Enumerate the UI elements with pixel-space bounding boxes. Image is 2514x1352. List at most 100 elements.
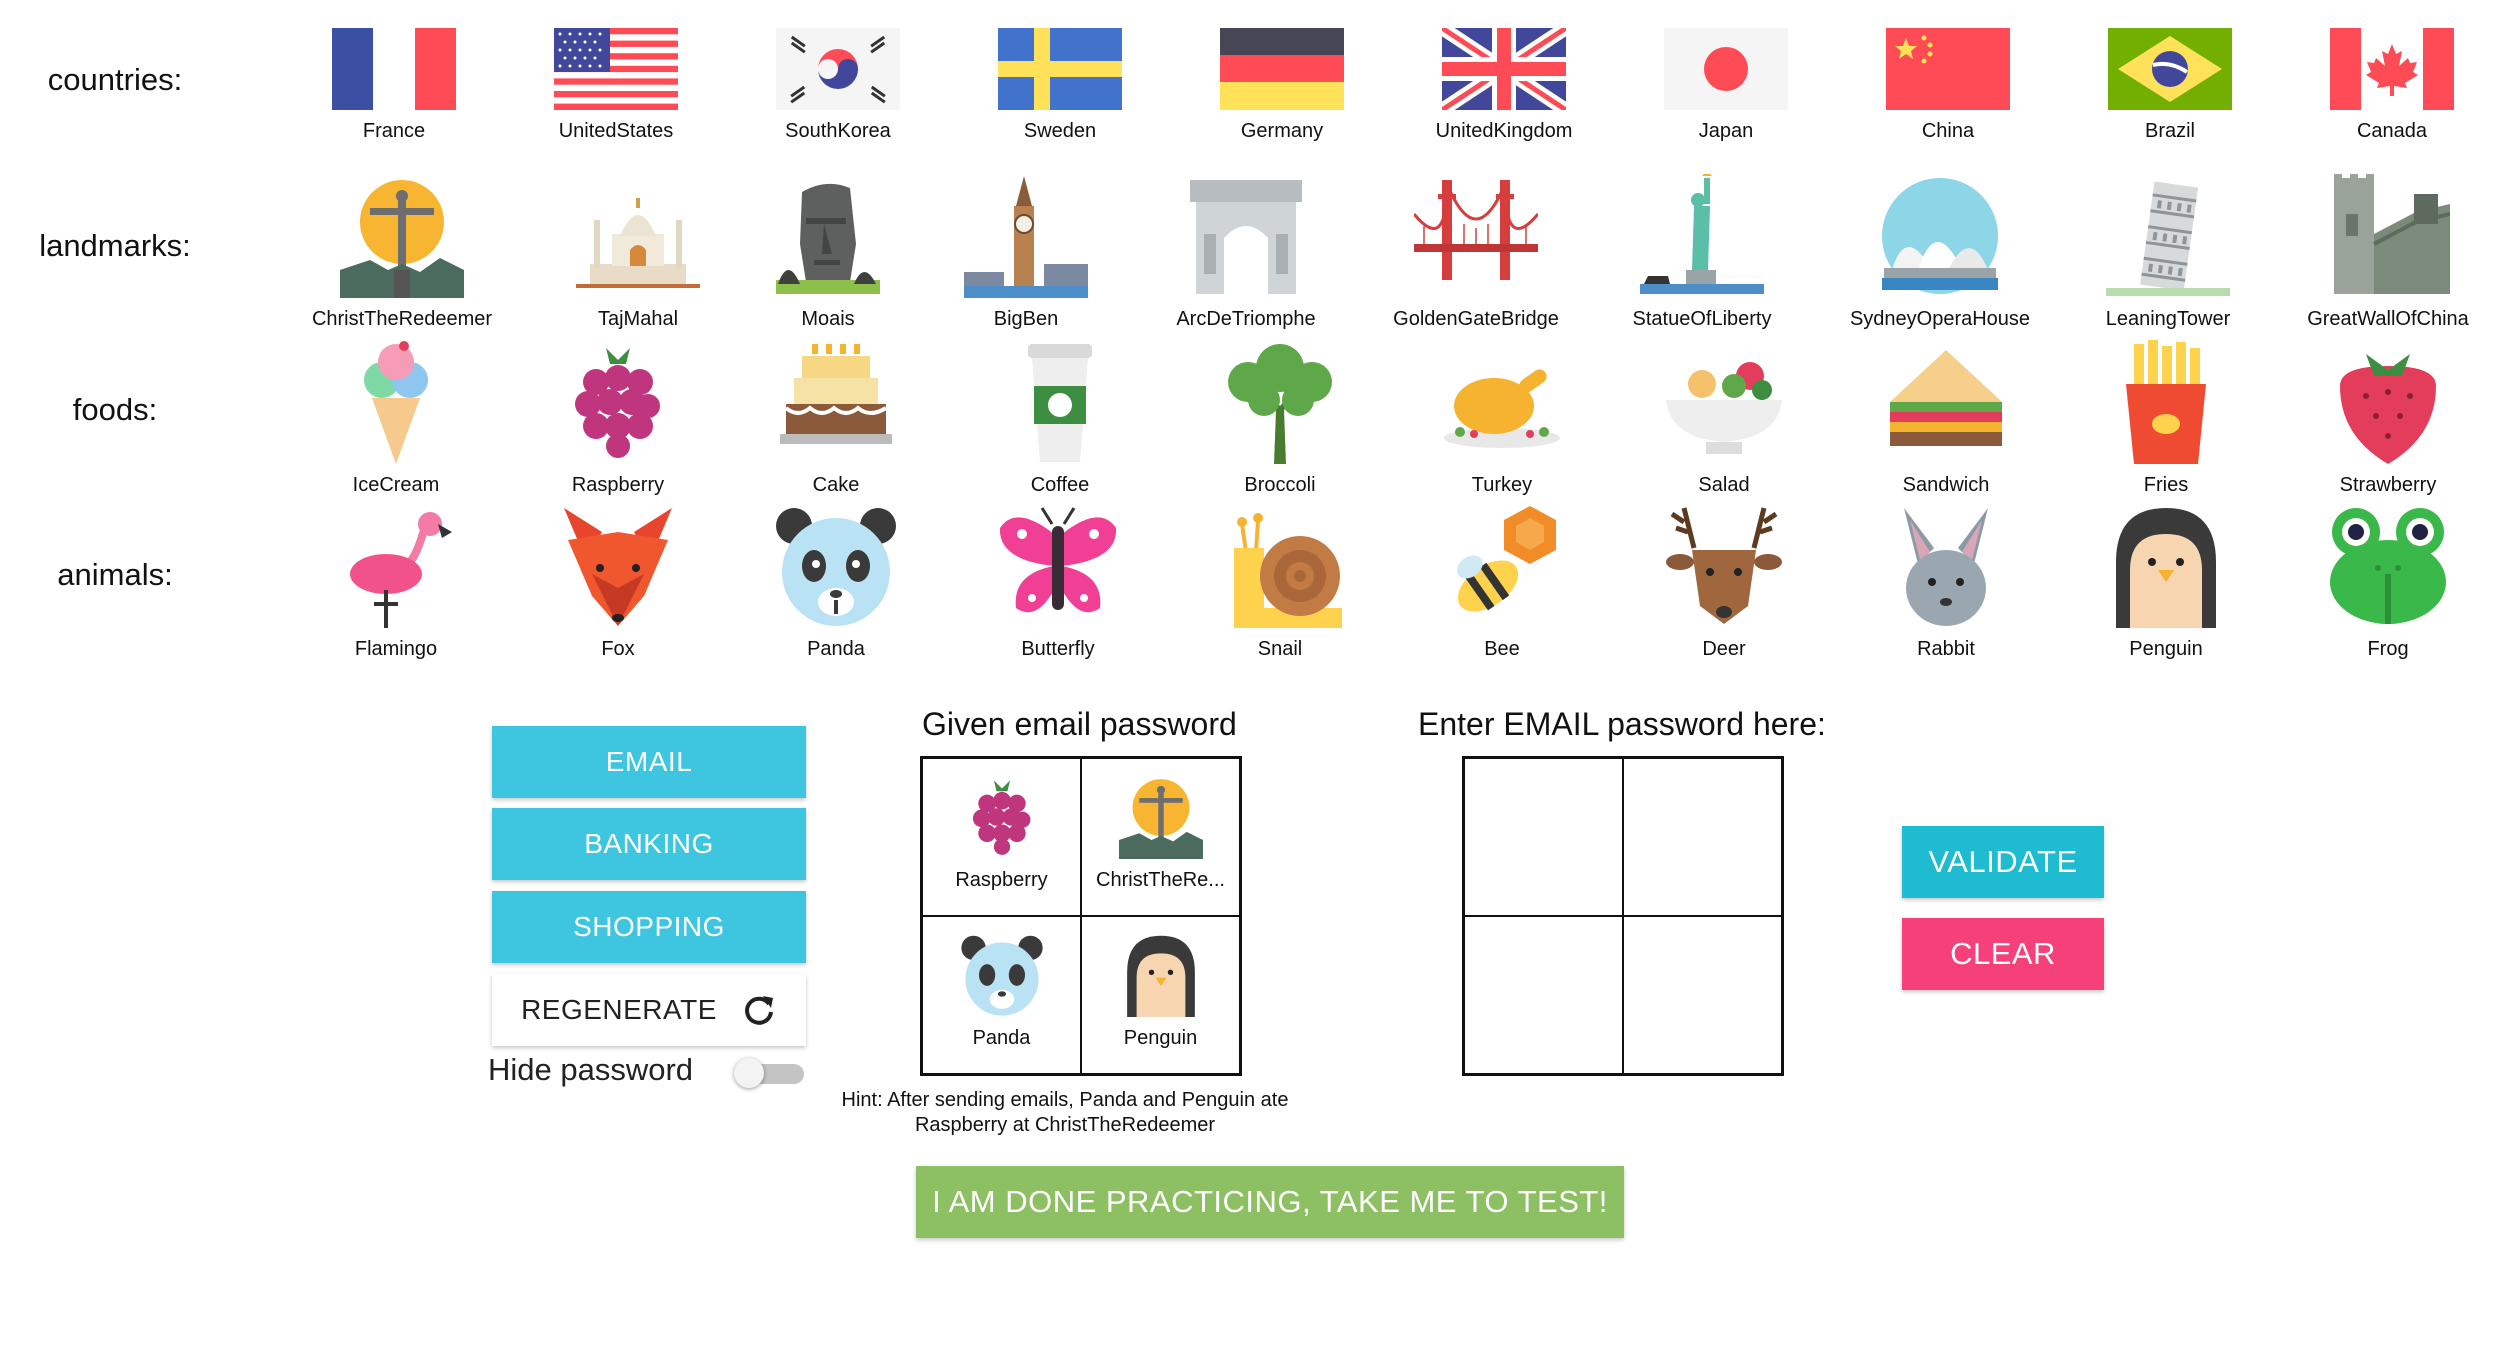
animal-snail[interactable]: Snail bbox=[1170, 504, 1390, 661]
flag-uk-icon bbox=[1442, 28, 1566, 110]
animal-butterfly[interactable]: Butterfly bbox=[948, 504, 1168, 661]
landmark-goldengatebridge[interactable]: GoldenGateBridge bbox=[1366, 174, 1586, 331]
given-password-title: Given email password bbox=[922, 706, 1237, 742]
statue-of-liberty-icon bbox=[1640, 174, 1764, 294]
flamingo-icon bbox=[350, 512, 452, 628]
row-label-landmarks: landmarks: bbox=[39, 228, 191, 263]
country-germany[interactable]: Germany bbox=[1172, 28, 1392, 143]
given-cell: Penguin bbox=[1081, 916, 1240, 1074]
validate-button[interactable]: VALIDATE bbox=[1902, 826, 2104, 898]
sydney-opera-house-icon bbox=[1882, 178, 1998, 294]
landmark-moais[interactable]: Moais bbox=[718, 174, 938, 331]
strawberry-icon bbox=[2340, 354, 2436, 464]
done-practicing-button[interactable]: I AM DONE PRACTICING, TAKE ME TO TEST! bbox=[916, 1166, 1624, 1238]
food-cake[interactable]: Cake bbox=[726, 340, 946, 497]
landmark-tajmahal[interactable]: TajMahal bbox=[528, 174, 748, 331]
animal-rabbit[interactable]: Rabbit bbox=[1836, 504, 2056, 661]
country-japan[interactable]: Japan bbox=[1616, 28, 1836, 143]
enter-slot-3[interactable] bbox=[1464, 916, 1623, 1074]
food-sandwich[interactable]: Sandwich bbox=[1836, 340, 2056, 497]
country-china[interactable]: China bbox=[1838, 28, 2058, 143]
panda-icon bbox=[776, 508, 896, 626]
enter-slot-4[interactable] bbox=[1623, 916, 1782, 1074]
flag-china-icon bbox=[1886, 28, 2010, 110]
flag-brazil-icon bbox=[2108, 28, 2232, 110]
regenerate-button[interactable]: REGENERATE bbox=[492, 974, 806, 1046]
landmark-statueofliberty[interactable]: StatueOfLiberty bbox=[1592, 174, 1812, 331]
butterfly-icon bbox=[999, 507, 1117, 613]
country-unitedkingdom[interactable]: UnitedKingdom bbox=[1394, 28, 1614, 143]
country-canada[interactable]: Canada bbox=[2282, 28, 2502, 143]
moai-icon bbox=[776, 183, 880, 294]
country-unitedstates[interactable]: UnitedStates bbox=[506, 28, 726, 143]
food-fries[interactable]: Fries bbox=[2056, 340, 2276, 497]
country-sweden[interactable]: Sweden bbox=[950, 28, 1170, 143]
landmark-greatwallofchina[interactable]: GreatWallOfChina bbox=[2278, 174, 2498, 331]
enter-slot-1[interactable] bbox=[1464, 758, 1623, 916]
turkey-icon bbox=[1444, 358, 1560, 448]
shopping-button[interactable]: SHOPPING bbox=[492, 891, 806, 963]
flag-japan-icon bbox=[1664, 28, 1788, 110]
country-southkorea[interactable]: SouthKorea bbox=[728, 28, 948, 143]
landmark-arcdetriomphe[interactable]: ArcDeTriomphe bbox=[1136, 174, 1356, 331]
animal-frog[interactable]: Frog bbox=[2278, 504, 2498, 661]
snail-icon bbox=[1234, 513, 1342, 628]
golden-gate-bridge-icon bbox=[1414, 180, 1538, 280]
landmark-sydneyoperahouse[interactable]: SydneyOperaHouse bbox=[1830, 174, 2050, 331]
animal-deer[interactable]: Deer bbox=[1614, 504, 1834, 661]
flag-canada-icon bbox=[2330, 28, 2454, 110]
landmark-christtheredeemer[interactable]: ChristTheRedeemer bbox=[292, 174, 512, 331]
country-france[interactable]: France bbox=[284, 28, 504, 143]
row-label-countries: countries: bbox=[47, 62, 183, 97]
animal-panda[interactable]: Panda bbox=[726, 504, 946, 661]
food-icecream[interactable]: IceCream bbox=[286, 340, 506, 497]
penguin-icon bbox=[2116, 508, 2216, 628]
flag-france-icon bbox=[332, 28, 456, 110]
food-strawberry[interactable]: Strawberry bbox=[2278, 340, 2498, 497]
food-broccoli[interactable]: Broccoli bbox=[1170, 340, 1390, 497]
ice-cream-icon bbox=[364, 341, 428, 464]
enter-slot-2[interactable] bbox=[1623, 758, 1782, 916]
animal-bee[interactable]: Bee bbox=[1392, 504, 1612, 661]
given-password-grid: Raspberry ChristTheRe... Panda Penguin bbox=[920, 756, 1242, 1076]
food-raspberry[interactable]: Raspberry bbox=[508, 340, 728, 497]
landmark-bigben[interactable]: BigBen bbox=[916, 174, 1136, 331]
toggle-knob bbox=[734, 1058, 764, 1088]
christ-the-redeemer-icon bbox=[340, 180, 464, 298]
food-turkey[interactable]: Turkey bbox=[1392, 340, 1612, 497]
great-wall-icon bbox=[2334, 174, 2450, 294]
taj-mahal-icon bbox=[576, 198, 700, 288]
flag-usa-icon bbox=[554, 28, 678, 110]
animal-flamingo[interactable]: Flamingo bbox=[286, 504, 506, 661]
banking-button[interactable]: BANKING bbox=[492, 808, 806, 880]
food-coffee[interactable]: Coffee bbox=[950, 340, 1170, 497]
deer-icon bbox=[1666, 507, 1782, 624]
landmark-leaningtower[interactable]: LeaningTower bbox=[2058, 174, 2278, 331]
christ-the-redeemer-icon bbox=[1118, 779, 1203, 859]
country-brazil[interactable]: Brazil bbox=[2060, 28, 2280, 143]
rabbit-icon bbox=[1904, 508, 1988, 626]
hide-password-label: Hide password bbox=[488, 1052, 694, 1087]
animal-penguin[interactable]: Penguin bbox=[2056, 504, 2276, 661]
flag-sweden-icon bbox=[998, 28, 1122, 110]
sandwich-icon bbox=[1890, 350, 2002, 446]
row-label-animals: animals: bbox=[57, 557, 173, 592]
fries-icon bbox=[2126, 340, 2206, 464]
hide-password-toggle[interactable] bbox=[734, 1058, 808, 1088]
flag-southkorea-icon bbox=[776, 28, 900, 110]
given-cell: Panda bbox=[922, 916, 1081, 1074]
animal-fox[interactable]: Fox bbox=[508, 504, 728, 661]
given-cell: Raspberry bbox=[922, 758, 1081, 916]
cake-icon bbox=[780, 344, 892, 444]
email-button[interactable]: EMAIL bbox=[492, 726, 806, 798]
raspberry-icon bbox=[972, 780, 1030, 855]
password-hint: Hint: After sending emails, Panda and Pe… bbox=[841, 1089, 1289, 1136]
coffee-icon bbox=[1028, 344, 1092, 462]
raspberry-icon bbox=[575, 348, 660, 458]
enter-password-grid bbox=[1462, 756, 1784, 1076]
salad-icon bbox=[1666, 362, 1782, 454]
frog-icon bbox=[2330, 508, 2446, 624]
food-salad[interactable]: Salad bbox=[1614, 340, 1834, 497]
panda-icon bbox=[960, 935, 1043, 1016]
clear-button[interactable]: CLEAR bbox=[1902, 918, 2104, 990]
